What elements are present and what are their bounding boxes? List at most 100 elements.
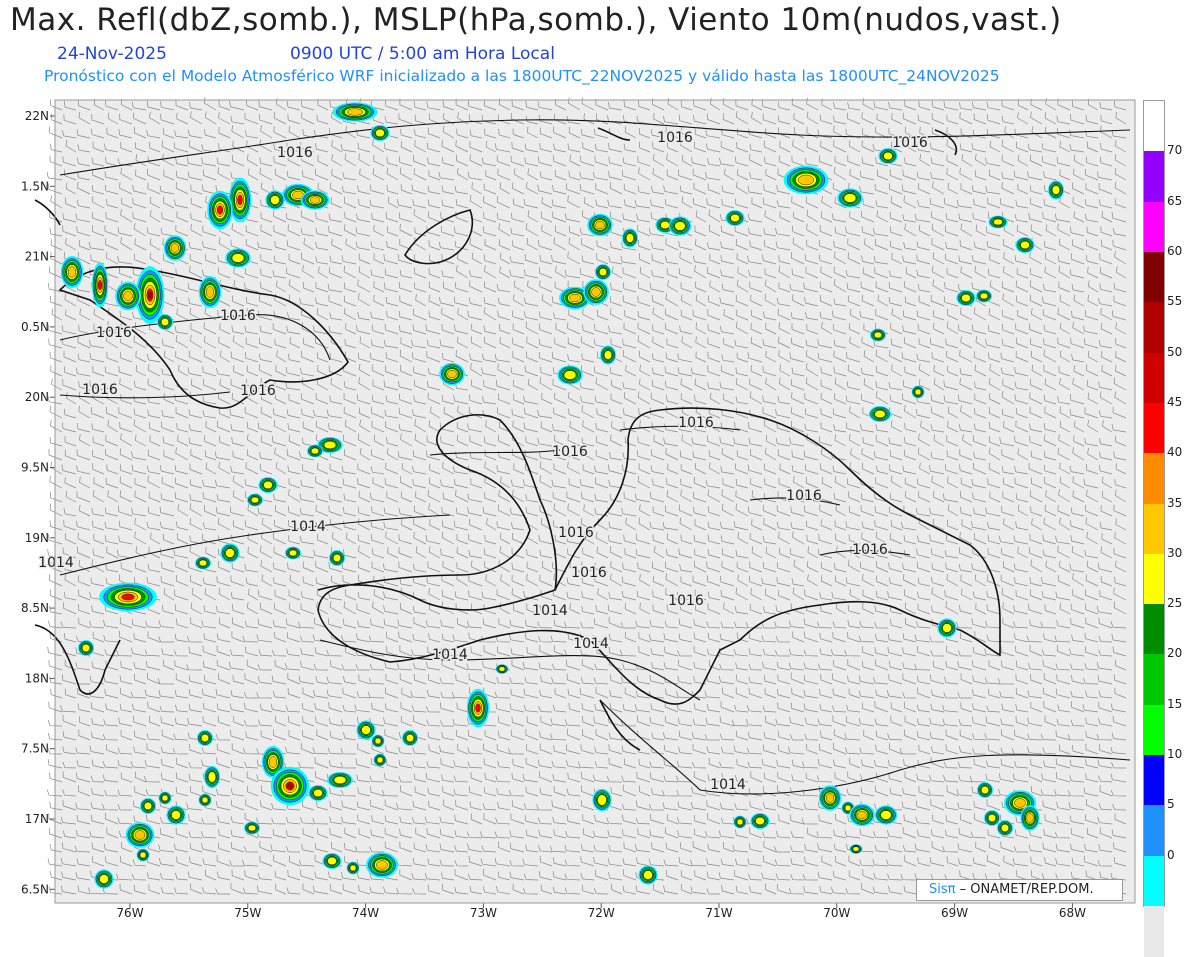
lon-label: 71W (705, 906, 732, 920)
storm-cell (557, 365, 583, 385)
storm-cell (668, 216, 692, 236)
storm-cell (466, 688, 490, 728)
storm-cell (166, 805, 186, 825)
storm-cell (163, 235, 187, 261)
colorbar-swatch (1144, 755, 1164, 806)
colorbar-label: 25 (1167, 596, 1183, 611)
storm-cell (356, 720, 376, 740)
colorbar-swatch (1144, 151, 1164, 203)
storm-cell (849, 844, 863, 854)
colorbar-swatch (1144, 604, 1164, 655)
colorbar-swatch (1144, 402, 1164, 454)
isobar-label: 1014 (710, 777, 746, 793)
colorbar-swatch (1144, 453, 1164, 504)
colorbar-label: 70 (1167, 143, 1183, 158)
storm-cell (270, 766, 310, 806)
colorbar-swatch (1144, 906, 1164, 957)
storm-cell (115, 281, 141, 311)
storm-cell (346, 861, 360, 875)
storm-cell (307, 444, 323, 458)
colorbar-label: 30 (1167, 545, 1183, 560)
colorbar-swatch (1144, 201, 1164, 253)
colorbar-swatch (1144, 251, 1164, 303)
colorbar-swatch (1144, 855, 1164, 907)
storm-cell (366, 852, 398, 878)
isobar-label: 1014 (38, 555, 74, 571)
colorbar-swatch (1144, 704, 1164, 756)
storm-cell (99, 582, 157, 612)
storm-cell (1020, 805, 1040, 831)
colorbar-label: 10 (1167, 747, 1183, 762)
isobar-label: 1014 (432, 647, 468, 663)
storm-cell (1015, 237, 1035, 253)
storm-cell (332, 102, 378, 122)
storm-cell (977, 782, 993, 798)
storm-cell (600, 345, 616, 365)
storm-cell (125, 822, 155, 848)
lat-label: 1.5N (21, 179, 49, 193)
colorbar-swatch (1144, 503, 1164, 555)
isobar-label: 1016 (240, 383, 276, 399)
isobar-label: 1016 (678, 415, 714, 431)
colorbar-label: 65 (1167, 193, 1183, 208)
lon-label: 70W (823, 906, 850, 920)
storm-cell (92, 262, 108, 308)
storm-cell (783, 165, 829, 195)
isobar-label: 1016 (220, 308, 256, 324)
isobar-label: 1016 (82, 382, 118, 398)
storm-cell (329, 550, 345, 566)
storm-cell (371, 734, 385, 748)
sispi-logo: Sisπ (929, 882, 956, 897)
isobar-label: 1014 (290, 519, 326, 535)
storm-cell (373, 753, 387, 767)
storm-cell (265, 190, 285, 210)
storm-cell (1048, 180, 1064, 200)
colorbar-label: 20 (1167, 646, 1183, 661)
lat-label: 19N (25, 531, 49, 545)
storm-cell (158, 791, 172, 805)
storm-cell (322, 853, 342, 869)
credit-org: – ONAMET/REP.DOM. (959, 882, 1094, 897)
lat-label: 7.5N (21, 742, 49, 756)
storm-cell (818, 785, 842, 811)
colorbar (1143, 100, 1165, 957)
colorbar-label: 40 (1167, 445, 1183, 460)
colorbar-label: 55 (1167, 294, 1183, 309)
storm-cell (583, 279, 609, 305)
colorbar-swatch (1144, 654, 1164, 706)
storm-cell (60, 256, 84, 288)
storm-cell (198, 793, 212, 807)
lat-label: 0.5N (21, 320, 49, 334)
storm-cell (988, 215, 1008, 229)
lat-label: 9.5N (21, 461, 49, 475)
storm-cell (94, 869, 114, 889)
storm-cell (874, 805, 898, 825)
storm-cell (247, 493, 263, 507)
storm-cell (207, 190, 233, 230)
storm-cell (495, 664, 509, 674)
isobar-label: 1016 (892, 135, 928, 151)
storm-cell (258, 477, 278, 493)
isobar-label: 1016 (786, 488, 822, 504)
storm-cell (868, 406, 892, 422)
colorbar-swatch (1144, 302, 1164, 354)
isobar-label: 1016 (558, 525, 594, 541)
longitude-labels: 76W 75W 74W 73W 72W 71W 70W 69W 68W (116, 903, 1086, 920)
lat-label: 20N (25, 390, 49, 404)
storm-cell (750, 813, 770, 829)
storm-cell (195, 556, 211, 570)
storm-cell (592, 788, 612, 812)
lat-label: 6.5N (21, 882, 49, 896)
storm-cell (78, 640, 94, 656)
storm-cell (622, 228, 638, 248)
storm-cell (327, 772, 353, 788)
storm-cell (204, 765, 220, 789)
storm-cell (849, 803, 875, 827)
storm-cell (157, 314, 173, 330)
colorbar-label: 45 (1167, 394, 1183, 409)
storm-cell (244, 821, 260, 835)
storm-cell (370, 125, 390, 141)
colorbar-label: 15 (1167, 696, 1183, 711)
isobar-label: 1014 (532, 603, 568, 619)
storm-cell (136, 848, 150, 862)
